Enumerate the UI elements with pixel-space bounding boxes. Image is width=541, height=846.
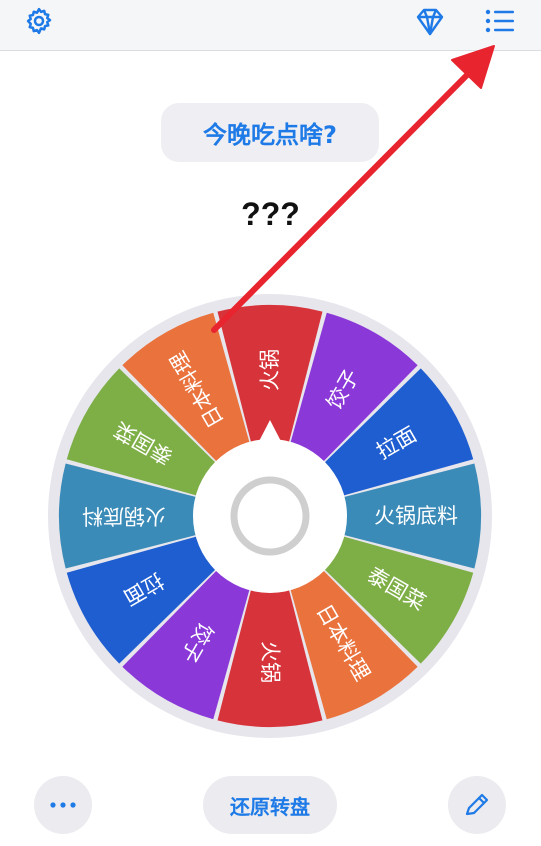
wheel-title-button[interactable]: 今晚吃点啥? [161, 103, 379, 162]
spin-wheel[interactable]: 火锅 饺子拉面火锅底料泰国菜日本料理火锅饺子拉面火锅底料泰国菜日本料理 [47, 293, 493, 739]
reset-wheel-button[interactable]: 还原转盘 [203, 776, 337, 834]
gear-icon[interactable] [24, 6, 54, 36]
wheel-segment-label: 火锅底料 [82, 504, 166, 528]
edit-button[interactable] [448, 776, 506, 834]
more-dots-icon [50, 802, 76, 808]
wheel-title: 今晚吃点啥? [203, 121, 337, 149]
reset-wheel-label: 还原转盘 [230, 794, 310, 819]
list-icon[interactable] [485, 9, 515, 33]
wheel-segment-label: 火锅 [258, 641, 282, 683]
diamond-icon[interactable] [414, 7, 446, 37]
wheel-segment-label: 火锅底料 [374, 504, 458, 528]
spin-result: ??? [241, 196, 300, 232]
wheel-segment-label: 火锅 [258, 349, 282, 391]
more-button[interactable] [34, 776, 92, 834]
edit-icon [465, 793, 489, 816]
top-bar [0, 0, 541, 51]
